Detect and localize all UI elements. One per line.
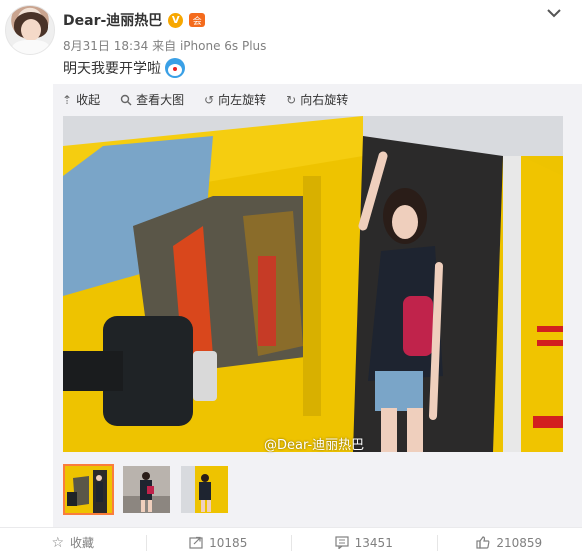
rotate-left-icon: ↺ bbox=[204, 92, 215, 107]
view-large-label: 查看大图 bbox=[136, 93, 185, 107]
rotate-left-button[interactable]: ↺ 向左旋转 bbox=[204, 91, 266, 108]
star-icon: ☆ bbox=[51, 534, 65, 551]
favorite-button[interactable]: ☆ 收藏 bbox=[0, 528, 146, 557]
chevron-down-icon[interactable] bbox=[546, 6, 562, 20]
avatar[interactable] bbox=[5, 5, 55, 55]
collapse-up-icon: ⇡ bbox=[62, 92, 73, 107]
photo-watermark: @Dear-迪丽热巴 bbox=[264, 438, 365, 453]
rotate-right-icon: ↻ bbox=[286, 92, 297, 107]
avatar-body bbox=[12, 40, 50, 54]
collapse-button[interactable]: ⇡ 收起 bbox=[62, 91, 100, 108]
collapse-label: 收起 bbox=[76, 93, 101, 107]
thumbnail-2[interactable] bbox=[121, 464, 172, 515]
doraemon-emoji-icon bbox=[165, 58, 185, 78]
post-text-content: 明天我要开学啦 bbox=[63, 61, 161, 77]
member-badge-icon[interactable]: 会 bbox=[189, 13, 206, 27]
name-row: Dear-迪丽热巴 V 会 bbox=[63, 10, 206, 30]
repost-button[interactable]: 10185 bbox=[145, 528, 292, 557]
verified-badge-icon[interactable]: V bbox=[168, 12, 184, 28]
post-time-link[interactable]: 8月31日 18:34 bbox=[63, 39, 148, 53]
post-meta: 8月31日 18:34 来自 iPhone 6s Plus bbox=[63, 37, 266, 54]
action-bar: ☆ 收藏 10185 13451 210859 bbox=[0, 527, 582, 557]
thumbnail-strip bbox=[63, 464, 230, 515]
magnifier-icon bbox=[120, 94, 132, 105]
repost-icon bbox=[189, 536, 203, 549]
like-count: 210859 bbox=[496, 535, 543, 550]
comment-count: 13451 bbox=[354, 535, 393, 550]
thumbnail-3[interactable] bbox=[179, 464, 230, 515]
rotate-right-button[interactable]: ↻ 向右旋转 bbox=[286, 91, 348, 108]
username-link[interactable]: Dear-迪丽热巴 bbox=[63, 10, 162, 30]
comment-icon bbox=[335, 536, 349, 549]
photo-illustration bbox=[63, 116, 563, 452]
main-photo[interactable] bbox=[63, 116, 563, 452]
media-toolbar: ⇡ 收起 查看大图 ↺ 向左旋转 ↻ 向右旋转 bbox=[62, 91, 348, 108]
repost-count: 10185 bbox=[209, 535, 248, 550]
like-button[interactable]: 210859 bbox=[436, 528, 582, 557]
thumbnail-1-image bbox=[65, 466, 112, 513]
thumbnail-1[interactable] bbox=[63, 464, 114, 515]
rotate-right-label: 向右旋转 bbox=[300, 93, 349, 107]
avatar-face bbox=[21, 19, 41, 41]
thumbnail-2-image bbox=[123, 466, 170, 513]
post-source: 来自 iPhone 6s Plus bbox=[152, 39, 267, 53]
rotate-left-label: 向左旋转 bbox=[218, 93, 267, 107]
post-text: 明天我要开学啦 bbox=[63, 58, 185, 78]
thumbs-up-icon bbox=[476, 536, 490, 549]
view-large-button[interactable]: 查看大图 bbox=[120, 91, 184, 108]
comment-button[interactable]: 13451 bbox=[291, 528, 437, 557]
thumbnail-3-image bbox=[181, 466, 228, 513]
favorite-label: 收藏 bbox=[70, 536, 95, 550]
